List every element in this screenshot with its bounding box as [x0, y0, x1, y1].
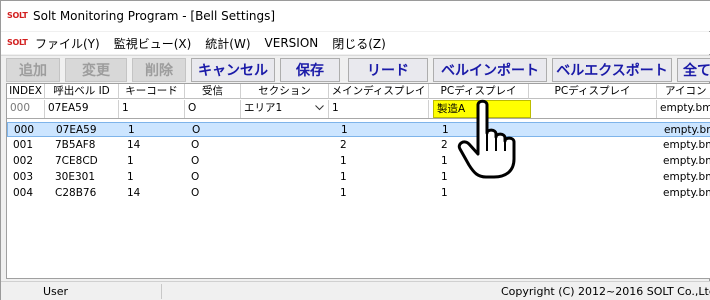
header-receive[interactable]: 受信 — [185, 84, 241, 99]
edit-receive-field[interactable]: O — [185, 100, 241, 118]
header-icon[interactable]: アイコン — [657, 84, 710, 99]
table-row[interactable]: 003 30E301 1 O 1 1 empty.bmp — [7, 170, 710, 185]
bell-grid: INDEX 呼出ベル ID キーコード 受信 セクション メインディスプレイ P… — [6, 83, 710, 279]
cell-bell-id: C28B76 — [55, 187, 97, 199]
status-user: User — [43, 285, 69, 298]
menu-version[interactable]: VERSION — [265, 36, 319, 50]
delete-button[interactable]: 削除 — [132, 58, 186, 82]
edit-index: 000 — [7, 100, 45, 118]
header-section[interactable]: セクション — [241, 84, 329, 99]
cell-key-code: 14 — [127, 139, 141, 151]
cell-pc-display: 1 — [441, 171, 448, 183]
edit-section-value: エリア1 — [244, 102, 283, 114]
cell-key-code: 1 — [127, 155, 134, 167]
cell-pc-display: 1 — [442, 124, 449, 136]
edit-bell-id-field[interactable]: 07EA59 — [45, 100, 119, 118]
menu-statistics[interactable]: 統計(W) — [205, 35, 250, 52]
cell-bell-id: 7B5AF8 — [55, 139, 96, 151]
header-pc-display-2[interactable]: PCディスプレイ — [529, 84, 657, 99]
table-row[interactable]: 000 07EA59 1 O 1 1 empty.bmp — [7, 122, 710, 137]
cell-index: 004 — [13, 187, 34, 199]
status-copyright: Copyright (C) 2012~2016 SOLT Co.,Ltd. Al… — [501, 285, 710, 298]
edit-icon-field[interactable]: empty.bmp — [657, 100, 710, 118]
read-button[interactable]: リード — [348, 58, 428, 82]
cell-bell-id: 7CE8CD — [55, 155, 98, 167]
menu-close[interactable]: 閉じる(Z) — [332, 35, 386, 52]
cell-receive: O — [191, 171, 200, 183]
status-bar: User Copyright (C) 2012~2016 SOLT Co.,Lt… — [1, 281, 710, 300]
cell-main-display: 1 — [340, 187, 347, 199]
header-bell-id[interactable]: 呼出ベル ID — [45, 84, 119, 99]
cell-receive: O — [191, 155, 200, 167]
bell-import-button[interactable]: ベルインポート — [433, 58, 547, 82]
cell-icon: empty.bmp — [663, 171, 710, 183]
cell-key-code: 1 — [127, 171, 134, 183]
header-index[interactable]: INDEX — [7, 84, 45, 99]
status-divider — [161, 284, 162, 299]
cell-key-code: 1 — [128, 124, 135, 136]
all-button[interactable]: 全て — [677, 58, 710, 82]
pointing-hand-cursor-icon — [457, 99, 516, 179]
toolbar: 追加 変更 削除 キャンセル 保存 リード ベルインポート ベルエクスポート 全… — [1, 55, 710, 82]
header-key-code[interactable]: キーコード — [119, 84, 185, 99]
cell-main-display: 1 — [340, 171, 347, 183]
cell-main-display: 1 — [340, 155, 347, 167]
cell-index: 001 — [13, 139, 34, 151]
cell-index: 003 — [13, 171, 34, 183]
cell-icon: empty.bmp — [663, 155, 710, 167]
menu-file[interactable]: ファイル(Y) — [35, 35, 100, 52]
cell-main-display: 2 — [340, 139, 347, 151]
cell-icon: empty.bmp — [663, 187, 710, 199]
edit-main-display-field[interactable]: 1 — [329, 100, 429, 118]
window-title: Solt Monitoring Program - [Bell Settings… — [33, 9, 276, 23]
app-logo: SOLT — [7, 11, 28, 20]
edit-section-select[interactable]: エリア1 — [241, 100, 329, 118]
cell-icon: empty.bmp — [663, 139, 710, 151]
cell-receive: O — [192, 124, 201, 136]
table-row[interactable]: 004 C28B76 14 O 1 1 empty.bmp — [7, 186, 710, 201]
cell-key-code: 14 — [127, 187, 141, 199]
cell-main-display: 1 — [341, 124, 348, 136]
menu-bar: SOLT ファイル(Y) 監視ビュー(X) 統計(W) VERSION 閉じる(… — [1, 32, 710, 54]
cell-index: 002 — [13, 155, 34, 167]
main-window: SOLT Solt Monitoring Program - [Bell Set… — [0, 0, 710, 300]
change-button[interactable]: 変更 — [65, 58, 127, 82]
cell-bell-id: 07EA59 — [56, 124, 97, 136]
header-pc-display[interactable]: PCディスプレイ — [429, 84, 529, 99]
cell-receive: O — [191, 187, 200, 199]
cell-index: 000 — [14, 124, 35, 136]
table-row[interactable]: 002 7CE8CD 1 O 1 1 empty.bmp — [7, 154, 710, 169]
cell-pc-display: 1 — [441, 155, 448, 167]
save-button[interactable]: 保存 — [280, 58, 340, 82]
edit-key-code-field[interactable]: 1 — [119, 100, 185, 118]
table-row[interactable]: 001 7B5AF8 14 O 2 2 empty.bmp — [7, 138, 710, 153]
edit-pc-display-2-field[interactable] — [531, 100, 657, 118]
cell-bell-id: 30E301 — [55, 171, 96, 183]
menu-logo: SOLT — [7, 38, 28, 47]
bell-export-button[interactable]: ベルエクスポート — [552, 58, 672, 82]
edit-row: 000 07EA59 1 O エリア1 1 製造A empty.bmp — [7, 99, 710, 119]
add-button[interactable]: 追加 — [6, 58, 60, 82]
cell-pc-display: 2 — [441, 139, 448, 151]
title-bar: SOLT Solt Monitoring Program - [Bell Set… — [1, 1, 710, 31]
cell-receive: O — [191, 139, 200, 151]
cell-icon: empty.bmp — [664, 124, 710, 136]
dropdown-chevron-icon — [315, 100, 324, 118]
menu-monitor-view[interactable]: 監視ビュー(X) — [114, 35, 192, 52]
cell-pc-display: 1 — [441, 187, 448, 199]
cancel-button[interactable]: キャンセル — [191, 58, 275, 82]
header-main-display[interactable]: メインディスプレイ — [329, 84, 429, 99]
